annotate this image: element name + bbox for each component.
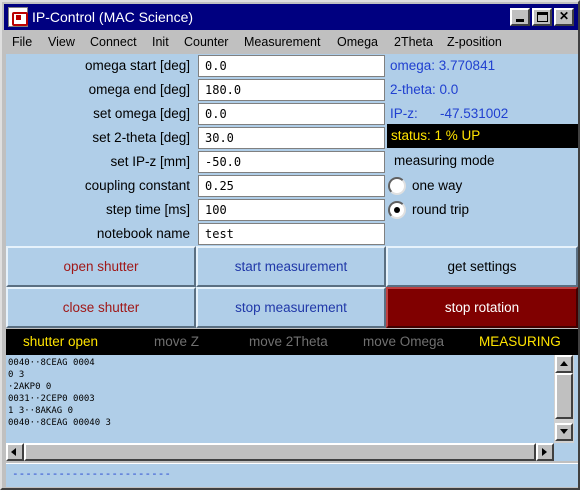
status-display: status: 1 % UP <box>387 124 578 148</box>
menu-measurement[interactable]: Measurement <box>244 34 320 51</box>
measuring-mode-label: measuring mode <box>394 153 495 168</box>
menu-2theta[interactable]: 2Theta <box>394 34 433 51</box>
set-ipz-input[interactable]: -50.0 <box>198 151 385 173</box>
vertical-scroll-thumb[interactable] <box>555 373 573 419</box>
scroll-up-button[interactable] <box>555 355 573 373</box>
set-omega-label: set omega [deg] <box>93 106 190 121</box>
arrow-up-icon <box>560 357 568 366</box>
one-way-label: one way <box>412 178 463 193</box>
maximize-button[interactable] <box>532 8 552 26</box>
stop-rotation-button[interactable]: stop rotation <box>386 287 578 328</box>
omega-start-input[interactable]: 0.0 <box>198 55 385 77</box>
menu-init[interactable]: Init <box>152 34 169 51</box>
menu-bar: File View Connect Init Counter Measureme… <box>4 32 578 52</box>
set-2theta-label: set 2-theta [deg] <box>92 130 190 145</box>
app-window: IP-Control (MAC Science) ✕ File View Con… <box>0 0 580 490</box>
coupling-constant-input[interactable]: 0.25 <box>198 175 385 197</box>
menu-connect[interactable]: Connect <box>90 34 137 51</box>
close-button[interactable]: ✕ <box>554 8 574 26</box>
stop-measurement-button[interactable]: stop measurement <box>196 287 386 328</box>
log-output[interactable]: 0040··8CEAG 0004 0 3 ·2AKP0 0 0031··2CEP… <box>8 357 554 441</box>
set-ipz-label: set IP-z [mm] <box>110 154 190 169</box>
menu-z-position[interactable]: Z-position <box>447 34 502 51</box>
close-icon: ✕ <box>558 9 570 23</box>
log-panel: 0040··8CEAG 0004 0 3 ·2AKP0 0 0031··2CEP… <box>6 355 578 461</box>
footer-status-text: ------------------------ <box>12 467 171 480</box>
round-trip-label: round trip <box>412 202 470 217</box>
omega-start-label: omega start [deg] <box>84 58 190 73</box>
start-measurement-button[interactable]: start measurement <box>196 246 386 287</box>
scroll-right-button[interactable] <box>536 443 554 461</box>
menu-counter[interactable]: Counter <box>184 34 228 51</box>
open-shutter-button[interactable]: open shutter <box>6 246 196 287</box>
move-z-indicator: move Z <box>154 334 200 349</box>
status-footer: ------------------------ <box>6 463 578 487</box>
set-omega-input[interactable]: 0.0 <box>198 103 385 125</box>
menu-file[interactable]: File <box>12 34 32 51</box>
scroll-left-button[interactable] <box>6 443 24 461</box>
arrow-right-icon <box>542 448 551 456</box>
notebook-name-input[interactable]: test <box>198 223 385 245</box>
2theta-readout: 2-theta: 0.0 <box>390 82 459 97</box>
vertical-scrollbar[interactable] <box>554 355 574 443</box>
settings-panel: omega start [deg] 0.0 omega end [deg] 18… <box>6 54 578 247</box>
round-trip-radio[interactable] <box>388 201 406 219</box>
close-shutter-button[interactable]: close shutter <box>6 287 196 328</box>
move-2theta-indicator: move 2Theta <box>249 334 328 349</box>
indicator-strip: shutter open move Z move 2Theta move Ome… <box>6 329 578 355</box>
arrow-left-icon <box>7 448 16 456</box>
ipz-readout-label: IP-z: <box>390 106 418 121</box>
minimize-icon <box>516 19 524 22</box>
step-time-label: step time [ms] <box>105 202 190 217</box>
ipz-readout-value: -47.531002 <box>440 106 509 121</box>
menu-view[interactable]: View <box>48 34 75 51</box>
get-settings-button[interactable]: get settings <box>386 246 578 287</box>
move-omega-indicator: move Omega <box>363 334 445 349</box>
scroll-down-button[interactable] <box>555 423 573 441</box>
one-way-radio[interactable] <box>388 177 406 195</box>
minimize-button[interactable] <box>510 8 530 26</box>
set-2theta-input[interactable]: 30.0 <box>198 127 385 149</box>
notebook-name-label: notebook name <box>96 226 190 241</box>
horizontal-scrollbar[interactable] <box>6 443 554 461</box>
menu-omega[interactable]: Omega <box>337 34 378 51</box>
step-time-input[interactable]: 100 <box>198 199 385 221</box>
measuring-indicator: MEASURING <box>479 334 561 349</box>
arrow-down-icon <box>560 429 568 438</box>
horizontal-scroll-thumb[interactable] <box>24 443 536 461</box>
coupling-constant-label: coupling constant <box>84 178 190 193</box>
title-bar[interactable]: IP-Control (MAC Science) ✕ <box>4 4 578 30</box>
shutter-open-indicator: shutter open <box>23 334 99 349</box>
omega-readout: omega: 3.770841 <box>390 58 496 73</box>
maximize-icon <box>537 12 548 22</box>
omega-end-label: omega end [deg] <box>88 82 190 97</box>
app-logo-icon[interactable] <box>8 7 28 27</box>
window-title: IP-Control (MAC Science) <box>32 9 194 25</box>
omega-end-input[interactable]: 180.0 <box>198 79 385 101</box>
